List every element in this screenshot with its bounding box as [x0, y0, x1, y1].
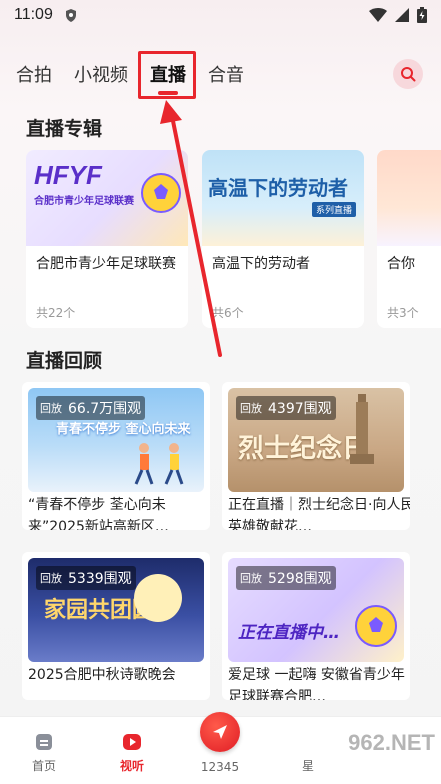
nav-audiovisual-label: 视听: [119, 759, 144, 773]
play-icon: [123, 734, 141, 750]
album-cover-title: HFYF: [34, 160, 102, 190]
album-cover-subtitle: 合肥市青少年足球联赛: [34, 196, 134, 207]
album-name: 高温下的劳动者: [212, 256, 310, 272]
home-icon: [36, 734, 52, 750]
view-count: 5339围观: [68, 571, 132, 587]
view-count: 5298围观: [268, 571, 332, 587]
review-caption: 正在直播｜烈士纪念日·向人民英雄敬献花…: [228, 497, 410, 530]
view-count: 4397围观: [268, 401, 332, 417]
album-name: 合肥市青少年足球联赛: [36, 256, 176, 272]
review-caption: 2025合肥中秋诗歌晚会: [28, 667, 176, 683]
review-card[interactable]: 家园共团圆 回放 5339围观 2025合肥中秋诗歌晚会: [22, 552, 210, 700]
review-thumbnail: 家园共团圆 回放 5339围观: [28, 558, 204, 662]
tab-heyin[interactable]: 合音: [208, 61, 244, 87]
moon-illustration: [134, 574, 182, 622]
review-cover-title: 烈士纪念日: [238, 434, 369, 464]
tab-hepai[interactable]: 合拍: [16, 61, 52, 87]
football-icon: [355, 605, 397, 647]
tab-short-video[interactable]: 小视频: [74, 61, 128, 87]
badge-label: 回放: [40, 402, 62, 415]
replay-badge: 回放 66.7万围观: [36, 396, 146, 420]
album-card[interactable]: HFYF 合肥市青少年足球联赛 合肥市青少年足球联赛 共22个: [26, 150, 188, 328]
battery-icon: [417, 7, 427, 23]
album-name: 合你: [387, 256, 415, 272]
monument-illustration: [350, 394, 374, 464]
search-icon: [401, 67, 416, 82]
replay-badge: 回放 5339围观: [36, 566, 136, 590]
status-bar: 11:09: [0, 0, 441, 30]
nav-12345-label: 12345: [200, 760, 240, 774]
album-count: 共3个: [387, 306, 419, 320]
nav-home[interactable]: 首页: [0, 731, 88, 774]
badge-label: 回放: [240, 572, 262, 585]
album-cover-subtitle: 系列直播: [311, 202, 356, 217]
review-caption: “青春不停步 荃心向未来”2025新站高新区…: [28, 497, 169, 530]
search-button[interactable]: [393, 59, 423, 89]
nav-star-label: 星: [301, 759, 314, 773]
runners-illustration: [134, 443, 184, 485]
watermark: 962.NET: [348, 730, 435, 755]
album-cover: [377, 150, 441, 246]
album-count: 共22个: [36, 306, 76, 320]
send-icon: [213, 725, 227, 739]
nav-audiovisual[interactable]: 视听: [88, 731, 176, 774]
center-action-button[interactable]: [200, 712, 240, 752]
albums-section-title: 直播专辑: [26, 118, 103, 140]
badge-label: 回放: [240, 402, 262, 415]
review-cover-title: 青春不停步 奎心向未来: [56, 422, 191, 437]
nav-star[interactable]: 星: [264, 731, 352, 774]
review-card[interactable]: 青春不停步 奎心向未来 回放 66.7万围观 “青春不停步 荃心向未来”2025…: [22, 382, 210, 530]
shield-icon: [65, 8, 76, 22]
status-time: 11:09: [14, 6, 53, 23]
review-thumbnail: 正在直播中… 回放 5298围观: [228, 558, 404, 662]
badge-label: 回放: [40, 572, 62, 585]
review-cover-title: 正在直播中…: [238, 623, 340, 643]
review-thumbnail: 烈士纪念日 回放 4397围观: [228, 388, 404, 492]
wifi-icon: [369, 8, 387, 22]
replay-badge: 回放 4397围观: [236, 396, 336, 420]
top-tab-bar: 合拍 小视频 直播 合音: [0, 44, 441, 104]
active-tab-indicator: [158, 91, 178, 95]
signal-icon: [395, 8, 409, 22]
replay-badge: 回放 5298围观: [236, 566, 336, 590]
album-list: HFYF 合肥市青少年足球联赛 合肥市青少年足球联赛 共22个 高温下的劳动者 …: [26, 150, 441, 330]
album-cover: 高温下的劳动者 系列直播: [202, 150, 364, 246]
album-card[interactable]: 合你 共3个: [377, 150, 441, 328]
review-card[interactable]: 烈士纪念日 回放 4397围观 正在直播｜烈士纪念日·向人民英雄敬献花…: [222, 382, 410, 530]
review-card[interactable]: 正在直播中… 回放 5298围观 爱足球 一起嗨 安徽省青少年足球联赛合肥…: [222, 552, 410, 700]
review-thumbnail: 青春不停步 奎心向未来 回放 66.7万围观: [28, 388, 204, 492]
review-caption: 爱足球 一起嗨 安徽省青少年足球联赛合肥…: [228, 667, 405, 700]
nav-home-label: 首页: [31, 759, 56, 773]
album-card[interactable]: 高温下的劳动者 系列直播 高温下的劳动者 共6个: [202, 150, 364, 328]
album-cover: HFYF 合肥市青少年足球联赛: [26, 150, 188, 246]
album-count: 共6个: [212, 306, 244, 320]
album-cover-title: 高温下的劳动者: [208, 176, 348, 200]
view-count: 66.7万围观: [68, 401, 142, 417]
review-section-title: 直播回顾: [26, 350, 103, 372]
football-icon: [141, 173, 181, 213]
